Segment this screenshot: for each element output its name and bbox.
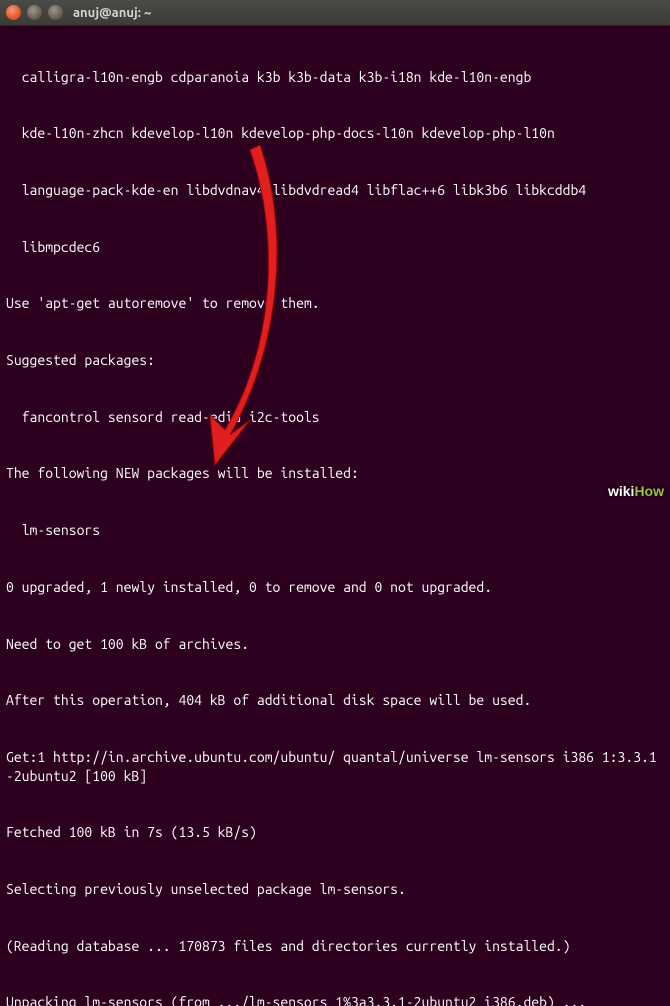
window-title: anuj@anuj: ~ — [73, 6, 151, 20]
output-line: Use 'apt-get autoremove' to remove them. — [6, 294, 664, 313]
output-line: (Reading database ... 170873 files and d… — [6, 937, 664, 956]
output-line: lm-sensors — [6, 521, 664, 540]
output-line: The following NEW packages will be insta… — [6, 464, 664, 483]
output-line: libmpcdec6 — [6, 238, 664, 257]
window-titlebar: anuj@anuj: ~ — [0, 0, 670, 26]
maximize-icon[interactable] — [48, 5, 63, 20]
output-line: calligra-l10n-engb cdparanoia k3b k3b-da… — [6, 68, 664, 87]
close-icon[interactable] — [6, 5, 21, 20]
watermark: wikiHow — [608, 483, 664, 499]
output-line: After this operation, 404 kB of addition… — [6, 691, 664, 710]
output-line: kde-l10n-zhcn kdevelop-l10n kdevelop-php… — [6, 124, 664, 143]
output-line: fancontrol sensord read-edid i2c-tools — [6, 408, 664, 427]
terminal-output[interactable]: calligra-l10n-engb cdparanoia k3b k3b-da… — [0, 26, 670, 1006]
watermark-right: How — [634, 483, 664, 499]
output-line: Get:1 http://in.archive.ubuntu.com/ubunt… — [6, 748, 664, 786]
output-line: Selecting previously unselected package … — [6, 880, 664, 899]
minimize-icon[interactable] — [27, 5, 42, 20]
output-line: language-pack-kde-en libdvdnav4 libdvdre… — [6, 181, 664, 200]
watermark-left: wiki — [608, 483, 634, 499]
output-line: 0 upgraded, 1 newly installed, 0 to remo… — [6, 578, 664, 597]
output-line: Suggested packages: — [6, 351, 664, 370]
output-line: Fetched 100 kB in 7s (13.5 kB/s) — [6, 823, 664, 842]
output-line: Unpacking lm-sensors (from .../lm-sensor… — [6, 993, 664, 1006]
output-line: Need to get 100 kB of archives. — [6, 635, 664, 654]
